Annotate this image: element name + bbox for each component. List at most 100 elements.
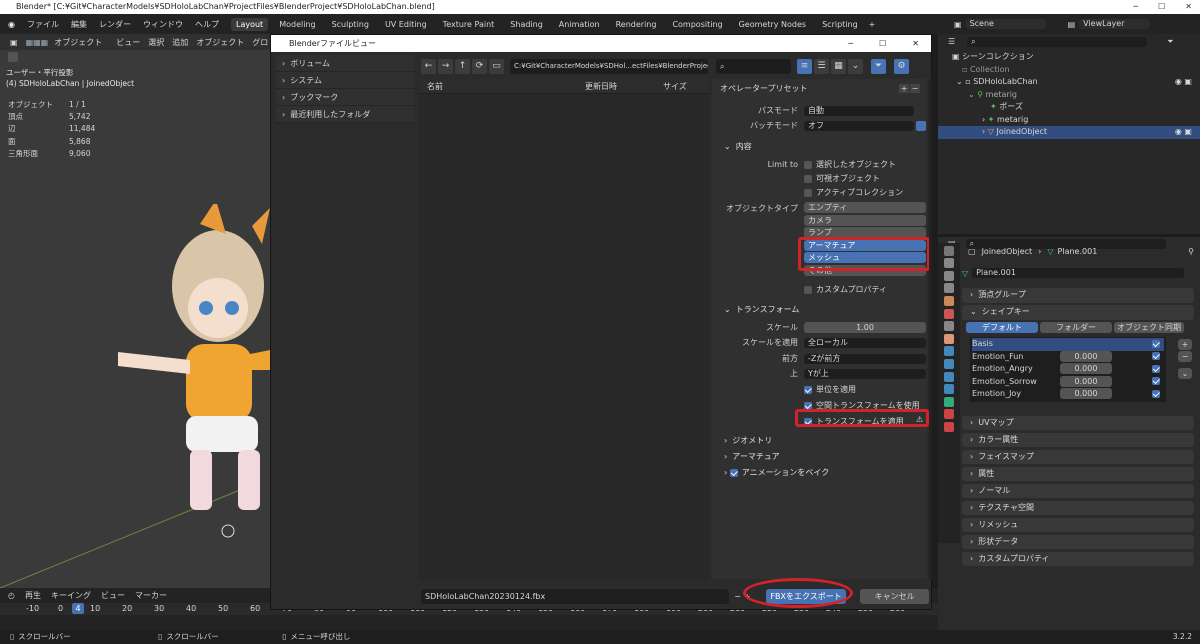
dialog-close-icon[interactable]: ✕ <box>912 35 919 52</box>
menu-render[interactable]: レンダー <box>99 19 131 30</box>
tab-texture-paint[interactable]: Texture Paint <box>438 18 500 31</box>
close-icon[interactable]: ✕ <box>1185 0 1192 14</box>
menu-view[interactable]: ビュー <box>101 590 125 601</box>
editor-type-icon[interactable]: ▣ <box>10 38 18 47</box>
section-geometry[interactable]: › ジオメトリ <box>724 435 772 446</box>
section-attributes[interactable]: › 属性 <box>962 466 1194 481</box>
shapekey-value[interactable]: 0.000 <box>1060 363 1112 374</box>
mesh-name-field[interactable]: Plane.001 <box>972 268 1185 278</box>
section-vertex-groups[interactable]: › 頂点グループ <box>962 288 1194 303</box>
sort-dropdown-icon[interactable]: ⌄ <box>848 58 863 74</box>
tab-modeling[interactable]: Modeling <box>274 18 320 31</box>
options-scrollbar[interactable] <box>929 79 932 579</box>
shapekey-checkbox[interactable] <box>1152 351 1164 364</box>
scene-icon[interactable]: ▣ <box>954 20 962 29</box>
sidebar-item-bookmarks[interactable]: › ブックマーク <box>276 89 414 106</box>
3d-viewport[interactable]: ▣ ▦▦▦ オブジェクト ビュー 選択 追加 オブジェクト グロ ユーザー・平行… <box>0 34 270 590</box>
tab-shading[interactable]: Shading <box>505 18 548 31</box>
tab-scripting[interactable]: Scripting <box>817 18 863 31</box>
filter-icon[interactable]: ⏷ <box>871 58 886 74</box>
apply-scaling-dropdown[interactable]: 全ローカル <box>804 337 926 348</box>
operator-preset-dropdown[interactable]: オペレータープリセット <box>720 83 899 94</box>
column-date[interactable]: 更新日時 <box>585 79 617 94</box>
display-list-horizontal-icon[interactable]: ☰ <box>814 58 829 74</box>
custom-props-checkbox[interactable]: カスタムプロパティ <box>804 284 887 295</box>
shapekey-tab-default[interactable]: デフォルト <box>966 322 1038 333</box>
menu-window[interactable]: ウィンドウ <box>143 19 183 30</box>
tab-compositing[interactable]: Compositing <box>667 18 727 31</box>
outliner-item-pose[interactable]: ✦ ポーズ <box>938 101 1200 114</box>
shapekey-row[interactable]: Basis <box>972 338 1164 351</box>
back-icon[interactable]: ← <box>421 58 436 74</box>
tab-animation[interactable]: Animation <box>554 18 605 31</box>
up-dropdown[interactable]: Yが上 <box>804 368 926 379</box>
parent-dir-icon[interactable]: ↑ <box>455 58 470 74</box>
section-geometry-data[interactable]: › 形状データ <box>962 534 1194 549</box>
sidebar-item-recent[interactable]: › 最近利用したフォルダ <box>276 106 414 123</box>
forward-icon[interactable]: → <box>438 58 453 74</box>
filter-icon[interactable]: ⏷ <box>1167 37 1173 47</box>
remove-shapekey-icon[interactable]: − <box>1178 351 1192 362</box>
forward-dropdown[interactable]: -Zが前方 <box>804 353 926 364</box>
remove-preset-icon[interactable]: − <box>910 84 920 93</box>
tab-sculpting[interactable]: Sculpting <box>327 18 374 31</box>
minimize-icon[interactable]: ─ <box>1133 0 1138 14</box>
section-uv-maps[interactable]: › UVマップ <box>962 415 1194 430</box>
sidebar-item-volumes[interactable]: › ボリューム <box>276 55 414 72</box>
menu-file[interactable]: ファイル <box>27 19 59 30</box>
apply-unit-checkbox[interactable]: 単位を適用 <box>804 384 856 395</box>
section-normals[interactable]: › ノーマル <box>962 483 1194 498</box>
shapekey-checkbox[interactable] <box>1152 363 1164 376</box>
column-name[interactable]: 名前 <box>427 79 443 94</box>
shapekey-checkbox[interactable] <box>1152 338 1164 351</box>
pin-icon[interactable]: ⚲ <box>1188 247 1194 256</box>
type-camera[interactable]: カメラ <box>804 214 926 226</box>
menu-add[interactable]: 追加 <box>172 37 188 48</box>
new-folder-icon[interactable]: ▭ <box>489 58 504 74</box>
shapekey-value[interactable]: 0.000 <box>1060 350 1112 362</box>
section-remesh[interactable]: › リメッシュ <box>962 517 1194 532</box>
path-field[interactable]: C:¥Git¥CharacterModels¥SDHol...ectFiles¥… <box>510 58 708 74</box>
tab-rendering[interactable]: Rendering <box>611 18 662 31</box>
menu-keying[interactable]: キーイング <box>51 590 91 601</box>
shapekey-specials-icon[interactable]: ⌄ <box>1178 368 1192 379</box>
menu-playback[interactable]: 再生 <box>25 590 41 601</box>
scene-field[interactable]: Scene <box>965 19 1046 29</box>
tab-geometry-nodes[interactable]: Geometry Nodes <box>734 18 811 31</box>
sidebar-item-system[interactable]: › システム <box>276 72 414 89</box>
outliner-item-metarig-data[interactable]: › ✦ metarig <box>938 114 1200 127</box>
mesh-browse-icon[interactable]: ▽ <box>962 269 968 278</box>
cancel-button[interactable]: キャンセル <box>860 588 929 604</box>
dialog-maximize-icon[interactable]: ☐ <box>879 35 886 52</box>
limit-selected-checkbox[interactable]: 選択したオブジェクト <box>804 159 896 170</box>
menu-marker[interactable]: マーカー <box>135 590 167 601</box>
view-layer-icon[interactable]: ▤ <box>1068 20 1076 29</box>
section-bake-animation[interactable]: › アニメーションをベイク <box>724 467 829 478</box>
batch-own-dir-icon[interactable] <box>916 120 926 131</box>
view-layer-field[interactable]: ViewLayer <box>1079 19 1150 29</box>
output-tab-icon[interactable] <box>944 270 954 281</box>
timeline-editor-icon[interactable]: ◴ <box>8 591 15 600</box>
filename-field[interactable]: SDHoloLabChan20230124.fbx <box>421 588 729 604</box>
select-mode-icons[interactable]: ▦▦▦ <box>26 38 49 47</box>
render-tab-icon[interactable] <box>944 258 954 269</box>
outliner-item-metarig[interactable]: ⌄ ⚲ metarig <box>938 89 1200 102</box>
menu-object[interactable]: オブジェクト <box>196 37 244 48</box>
shapekey-value[interactable]: 0.000 <box>1060 388 1112 399</box>
shapekey-row[interactable]: Emotion_Angry 0.000 <box>972 363 1164 376</box>
add-workspace-icon[interactable]: + <box>869 20 876 29</box>
shapekey-checkbox[interactable] <box>1152 376 1164 389</box>
outliner-item-sdhololabchan[interactable]: ⌄ ▫ SDHoloLabChan ◉ ▣ <box>938 76 1200 89</box>
limit-active-collection-checkbox[interactable]: アクティブコレクション <box>804 187 903 198</box>
menu-edit[interactable]: 編集 <box>71 19 87 30</box>
batch-mode-dropdown[interactable]: オフ <box>804 120 914 131</box>
menu-view[interactable]: ビュー <box>116 37 140 48</box>
mode-dropdown[interactable]: オブジェクト <box>54 37 102 48</box>
tool-tab-icon[interactable] <box>944 245 954 256</box>
type-empty[interactable]: エンプティ <box>804 202 926 213</box>
outliner-search-field[interactable]: ⌕ <box>967 36 1148 47</box>
shapekey-checkbox[interactable] <box>1152 388 1164 401</box>
shapekey-tab-object-sync[interactable]: オブジェクト同期 <box>1114 322 1184 333</box>
add-shapekey-icon[interactable]: + <box>1178 339 1192 350</box>
section-transform[interactable]: ⌄ トランスフォーム <box>724 304 799 315</box>
